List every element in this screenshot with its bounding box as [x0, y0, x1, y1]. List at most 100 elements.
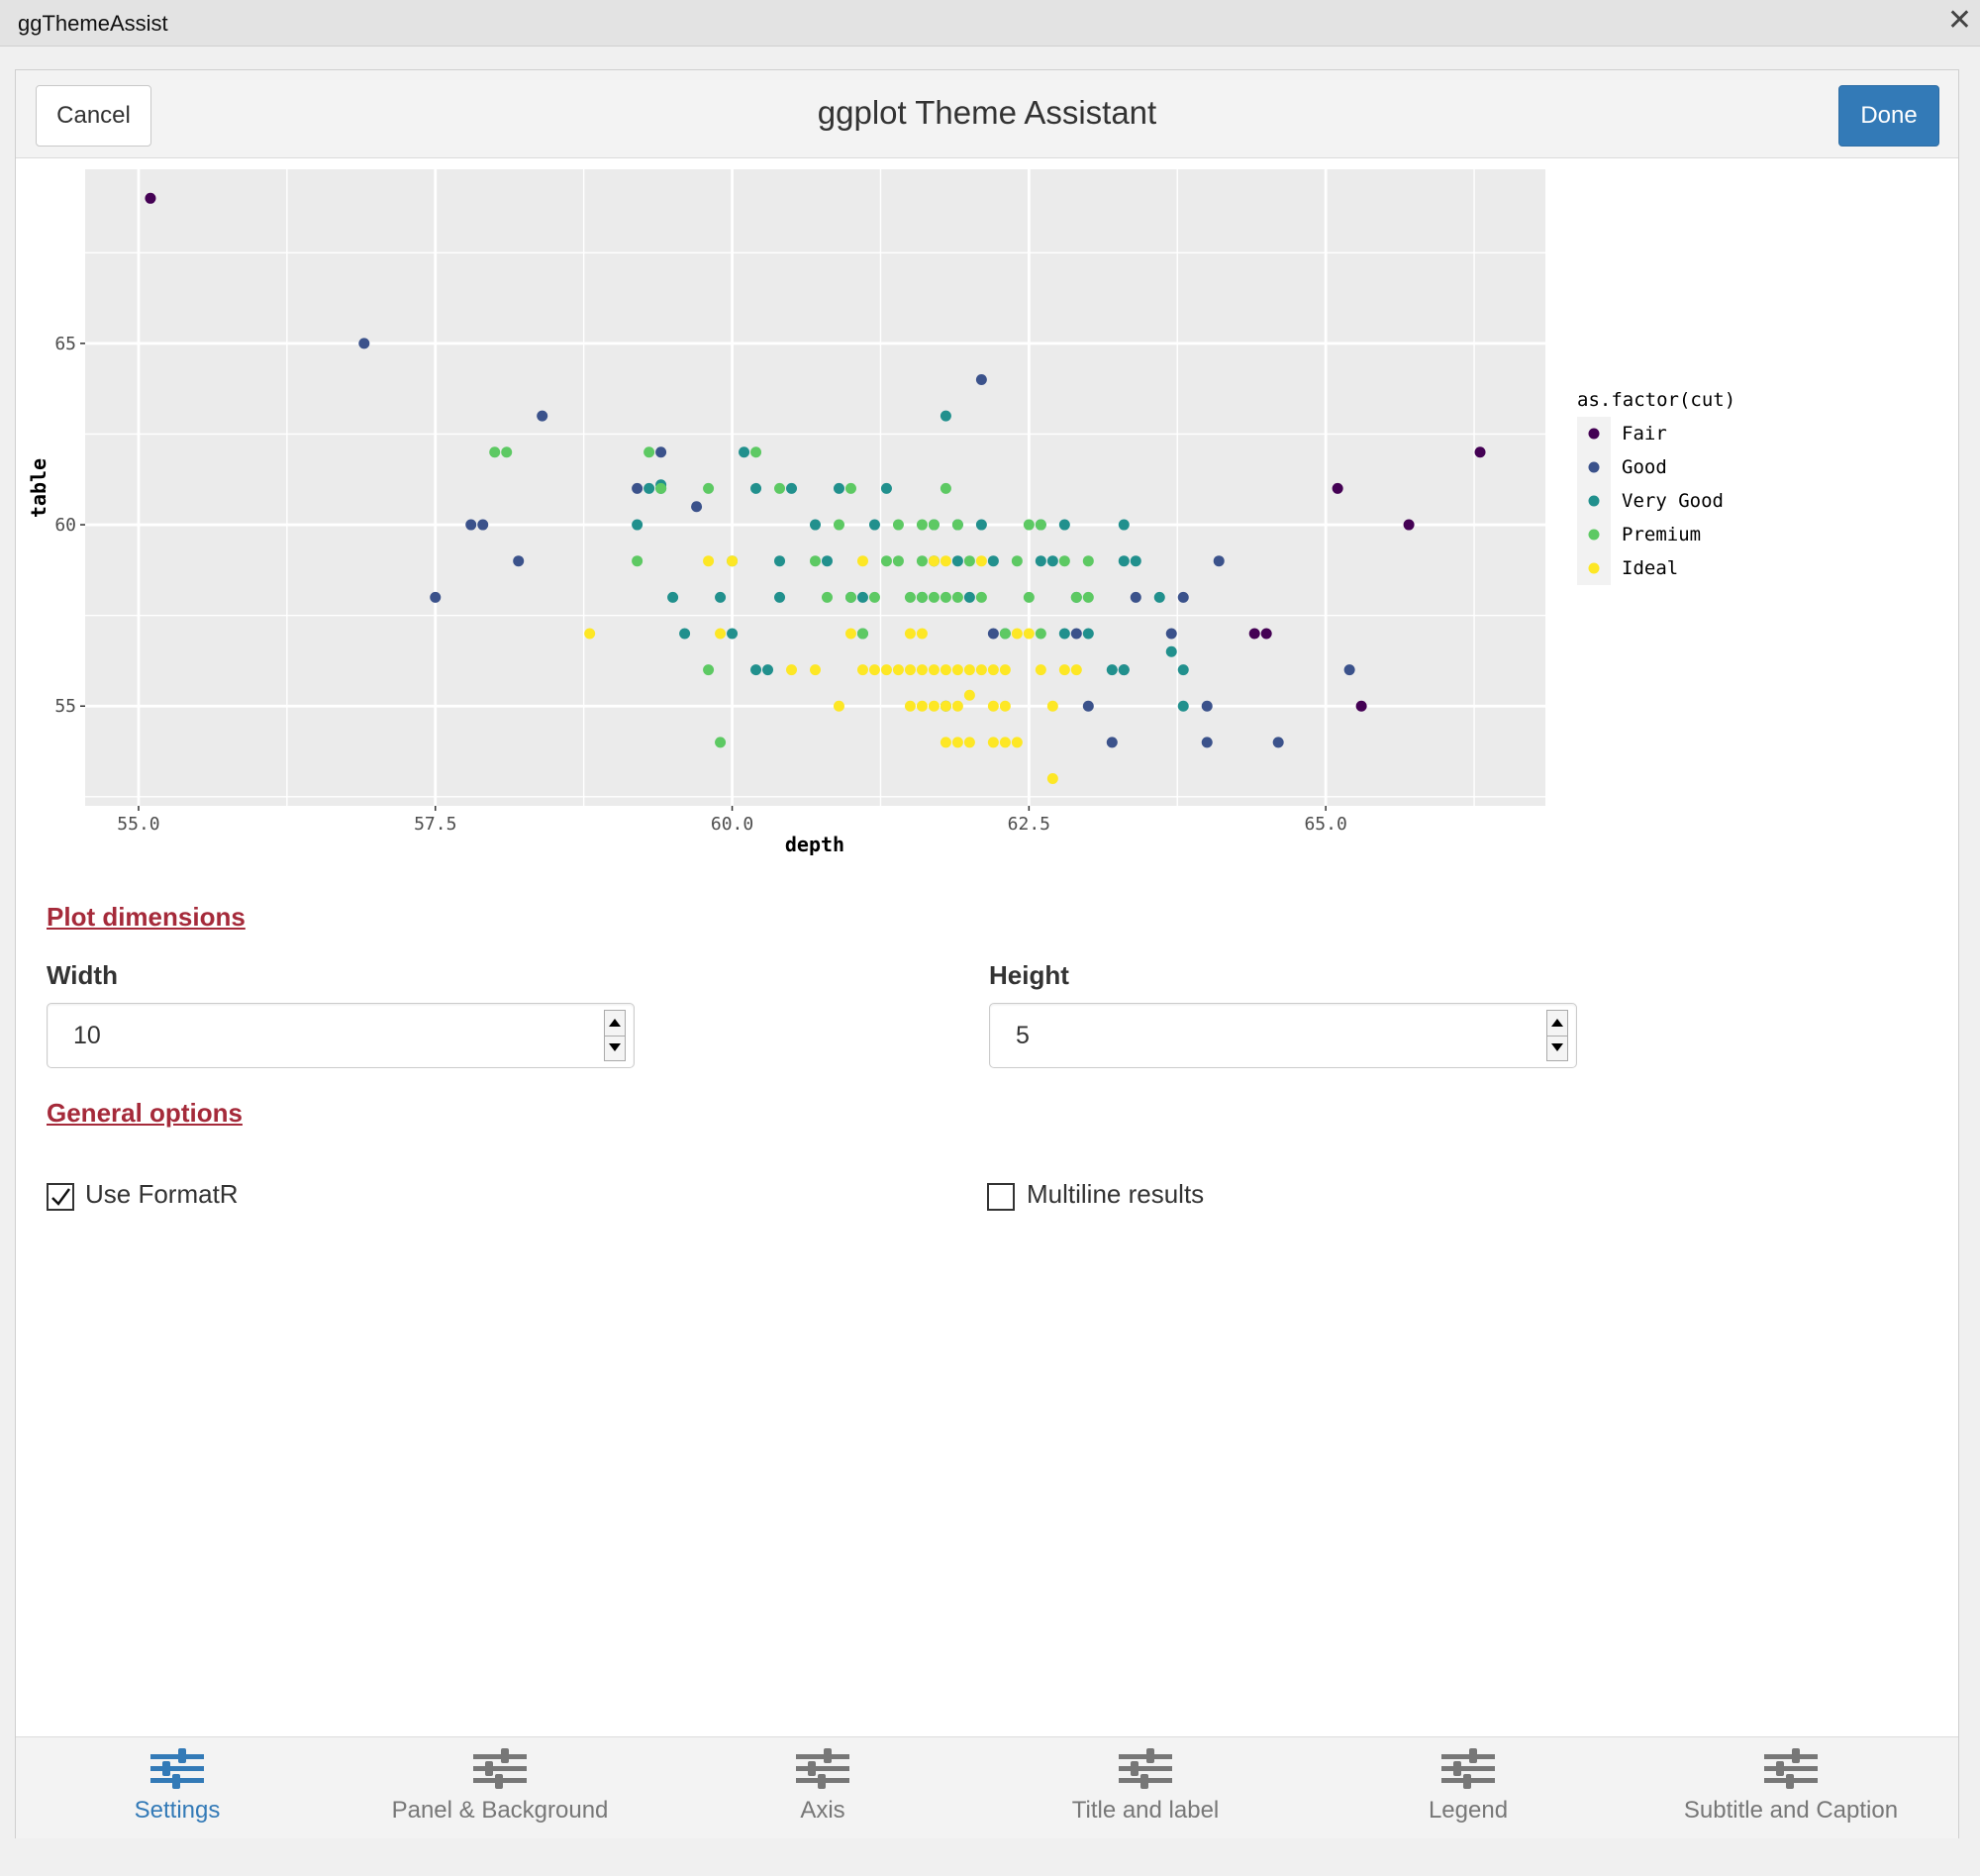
height-increment-button[interactable]	[1547, 1011, 1567, 1037]
data-point	[703, 664, 715, 676]
data-point	[1023, 591, 1035, 603]
tab-label: Settings	[134, 1797, 221, 1824]
data-point	[892, 519, 904, 531]
data-point	[1082, 628, 1094, 640]
data-point	[904, 591, 916, 603]
data-point	[430, 591, 442, 603]
data-point	[739, 446, 750, 458]
tab-axis[interactable]: Axis	[661, 1737, 984, 1838]
data-point	[963, 591, 975, 603]
legend-key	[1588, 461, 1600, 473]
tab-bar: Settings Panel & Background Axis Title a…	[16, 1736, 1958, 1838]
tab-subtitle-and-caption[interactable]: Subtitle and Caption	[1630, 1737, 1952, 1838]
tab-settings[interactable]: Settings	[16, 1737, 339, 1838]
data-point	[1082, 700, 1094, 712]
data-point	[928, 555, 940, 567]
data-point	[833, 519, 844, 531]
tab-label: Legend	[1428, 1797, 1509, 1824]
data-point	[1011, 628, 1023, 640]
x-tick-label: 60.0	[711, 814, 753, 835]
height-decrement-button[interactable]	[1547, 1036, 1567, 1060]
data-point	[489, 446, 501, 458]
data-point	[928, 664, 940, 676]
data-point	[951, 555, 963, 567]
width-increment-button[interactable]	[605, 1011, 625, 1037]
data-point	[940, 410, 951, 422]
legend-key	[1588, 428, 1600, 440]
data-point	[916, 591, 928, 603]
data-point	[1023, 519, 1035, 531]
close-icon[interactable]: ✕	[1947, 4, 1972, 38]
data-point	[703, 482, 715, 494]
data-point	[1177, 700, 1189, 712]
data-point	[904, 628, 916, 640]
data-point	[999, 664, 1011, 676]
width-value: 10	[73, 1022, 101, 1049]
data-point	[1058, 555, 1070, 567]
arrow-up-icon	[1551, 1019, 1563, 1027]
x-axis-title: depth	[785, 833, 844, 856]
data-point	[1035, 628, 1046, 640]
data-point	[856, 628, 868, 640]
data-point	[940, 664, 951, 676]
data-point	[786, 482, 798, 494]
data-point	[750, 446, 762, 458]
data-point	[975, 555, 987, 567]
width-spinner[interactable]	[604, 1010, 626, 1061]
width-decrement-button[interactable]	[605, 1036, 625, 1060]
height-value: 5	[1016, 1022, 1030, 1049]
data-point	[868, 664, 880, 676]
data-point	[868, 591, 880, 603]
data-point	[1046, 773, 1058, 785]
data-point	[1011, 555, 1023, 567]
data-point	[513, 555, 525, 567]
data-point	[940, 737, 951, 748]
legend-label: Ideal	[1622, 557, 1678, 579]
data-point	[951, 700, 963, 712]
height-input[interactable]: 5	[989, 1003, 1577, 1068]
data-point	[892, 555, 904, 567]
data-point	[1058, 664, 1070, 676]
data-point	[1070, 664, 1082, 676]
width-input[interactable]: 10	[47, 1003, 635, 1068]
sliders-icon	[150, 1748, 204, 1789]
tab-panel-background[interactable]: Panel & Background	[339, 1737, 661, 1838]
data-point	[975, 591, 987, 603]
data-point	[750, 482, 762, 494]
legend-key	[1588, 495, 1600, 507]
x-tick-label: 57.5	[414, 814, 456, 835]
plot-dimensions-title: Plot dimensions	[47, 902, 246, 932]
data-point	[584, 628, 596, 640]
data-point	[928, 519, 940, 531]
legend-label: Fair	[1622, 423, 1667, 444]
data-point	[951, 737, 963, 748]
data-point	[1058, 519, 1070, 531]
tab-title-and-label[interactable]: Title and label	[984, 1737, 1307, 1838]
use-formatr-checkbox[interactable]	[47, 1183, 74, 1211]
data-point	[987, 737, 999, 748]
data-point	[1106, 664, 1118, 676]
arrow-down-icon	[1551, 1043, 1563, 1051]
tab-label: Title and label	[1071, 1797, 1220, 1824]
data-point	[916, 700, 928, 712]
data-point	[940, 555, 951, 567]
x-tick-label: 65.0	[1304, 814, 1346, 835]
data-point	[810, 555, 821, 567]
data-point	[975, 519, 987, 531]
multiline-results-checkbox[interactable]	[987, 1183, 1015, 1211]
data-point	[844, 482, 856, 494]
data-point	[987, 664, 999, 676]
sliders-icon	[1119, 1748, 1172, 1789]
data-point	[465, 519, 477, 531]
sliders-icon	[1441, 1748, 1495, 1789]
data-point	[856, 664, 868, 676]
x-tick-label: 55.0	[117, 814, 159, 835]
data-point	[1106, 737, 1118, 748]
height-spinner[interactable]	[1546, 1010, 1568, 1061]
tab-label: Panel & Background	[391, 1797, 609, 1824]
data-point	[963, 664, 975, 676]
tab-legend[interactable]: Legend	[1307, 1737, 1630, 1838]
data-point	[1118, 555, 1130, 567]
check-icon	[51, 1188, 71, 1206]
legend-label: Very Good	[1622, 490, 1724, 512]
